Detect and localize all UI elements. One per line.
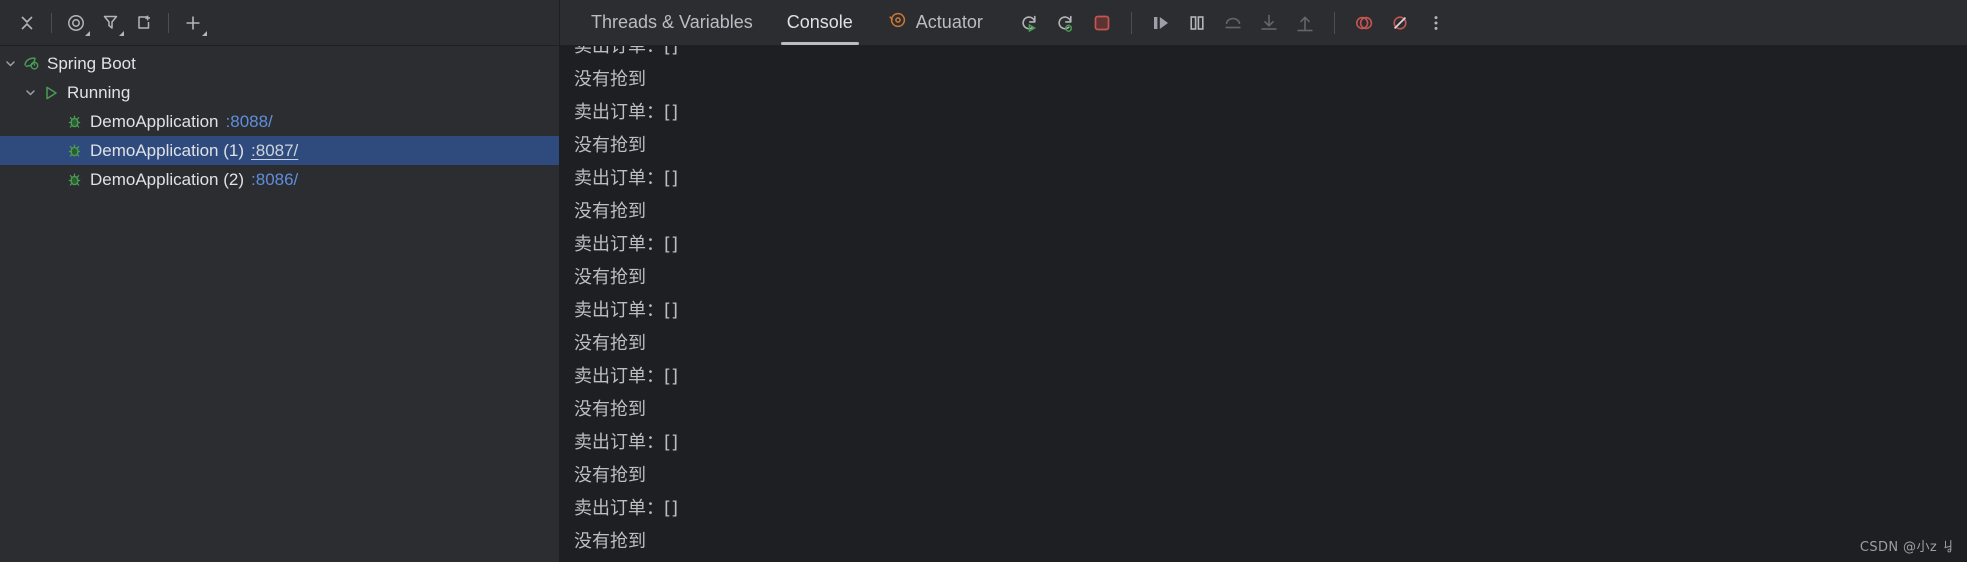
tab-label: Actuator xyxy=(915,12,983,32)
step-into-icon[interactable] xyxy=(1253,7,1285,39)
console-lines: 卖出订单：[] 没有抢到 卖出订单：[] 没有抢到 卖出订单：[] 没有抢到 卖出订单：[]… xyxy=(574,45,1967,558)
view-breakpoints-icon[interactable] xyxy=(1348,7,1380,39)
tree-item-port-link[interactable]: :8087/ xyxy=(251,141,298,161)
tab-actuator[interactable]: Actuator xyxy=(870,0,1000,45)
more-options-icon[interactable] xyxy=(1420,7,1452,39)
console-line: 没有抢到 xyxy=(574,531,646,552)
actuator-icon xyxy=(887,10,907,35)
run-triangle-icon xyxy=(39,84,63,102)
toolbar-divider-2 xyxy=(168,12,169,33)
tree-item-demoapplication[interactable]: DemoApplication :8088/ xyxy=(0,107,559,136)
services-tree: Spring Boot Running DemoApplication:808… xyxy=(0,45,560,562)
tree-item-label: Spring Boot xyxy=(47,53,136,73)
tree-item-label: DemoApplication (1) xyxy=(90,140,245,160)
tree-item-spring-boot[interactable]: Spring Boot xyxy=(0,49,559,78)
body-row: Spring Boot Running DemoApplication:808… xyxy=(0,45,1967,562)
filter-icon[interactable] xyxy=(93,6,127,40)
debug-bug-icon xyxy=(62,112,86,131)
tree-item-demoapplication-2[interactable]: DemoApplication (2) :8086/ xyxy=(0,165,559,194)
mute-breakpoints-icon[interactable] xyxy=(1384,7,1416,39)
toolbar-divider-3 xyxy=(1130,11,1132,34)
pause-program-icon[interactable] xyxy=(1181,7,1213,39)
console-line: 卖出订单：[] xyxy=(574,45,679,57)
watermark: CSDN @小z ㆢ xyxy=(1859,540,1955,555)
chevron-down-icon xyxy=(85,30,90,36)
console-line: 没有抢到 xyxy=(574,267,646,288)
console-line: 卖出订单：[] xyxy=(574,168,679,189)
debug-tool-window: Threads & Variables Console Actuator Spr… xyxy=(0,0,1967,562)
chevron-down-icon[interactable] xyxy=(2,58,19,69)
tree-item-port-link[interactable]: :8088/ xyxy=(226,112,273,132)
console-line: 卖出订单：[] xyxy=(574,234,679,255)
add-to-watches-icon[interactable] xyxy=(127,6,161,40)
rerun-icon[interactable] xyxy=(1014,7,1046,39)
console-line: 卖出订单：[] xyxy=(574,432,679,453)
toolbar-divider-4 xyxy=(1333,11,1335,34)
chevron-down-icon xyxy=(119,30,124,36)
add-icon[interactable] xyxy=(176,6,210,40)
tree-item-running[interactable]: Running xyxy=(0,78,559,107)
resume-program-icon[interactable] xyxy=(1145,7,1177,39)
tab-label: Threads & Variables xyxy=(591,12,753,32)
console-line: 卖出订单：[] xyxy=(574,498,679,519)
tree-item-label: DemoApplication xyxy=(90,111,219,131)
debug-bug-icon xyxy=(62,170,86,189)
tree-item-port-link[interactable]: :8086/ xyxy=(251,170,298,190)
rerun-debug-icon[interactable] xyxy=(1050,7,1082,39)
console-toolbar: Threads & Variables Console Actuator xyxy=(560,0,1967,45)
tab-threads-variables[interactable]: Threads & Variables xyxy=(574,0,770,45)
toolbar-row: Threads & Variables Console Actuator xyxy=(0,0,1967,45)
console-line: 卖出订单：[] xyxy=(574,300,679,321)
console-line: 没有抢到 xyxy=(574,465,646,486)
run-controls xyxy=(1014,7,1452,39)
spring-boot-leaf-icon xyxy=(19,54,43,73)
close-icon[interactable] xyxy=(10,6,44,40)
chevron-down-icon xyxy=(202,30,207,36)
tree-item-demoapplication-1[interactable]: DemoApplication (1) :8087/ xyxy=(0,136,559,165)
tree-item-label: Running xyxy=(67,82,131,102)
console-line: 没有抢到 xyxy=(574,201,646,222)
tree-item-label: DemoApplication (2) xyxy=(90,169,245,189)
stop-icon[interactable] xyxy=(1086,7,1118,39)
debug-bug-icon xyxy=(62,141,86,160)
console-line: 卖出订单：[] xyxy=(574,102,679,123)
step-out-icon[interactable] xyxy=(1289,7,1321,39)
console-line: 卖出订单：[] xyxy=(574,366,679,387)
console-line: 没有抢到 xyxy=(574,69,646,90)
chevron-down-icon[interactable] xyxy=(22,87,39,98)
toolbar-divider-1 xyxy=(51,12,52,33)
console-line: 没有抢到 xyxy=(574,399,646,420)
console-output[interactable]: 卖出订单：[] 没有抢到 卖出订单：[] 没有抢到 卖出订单：[] 没有抢到 卖出订单：[]… xyxy=(560,45,1967,562)
tab-console[interactable]: Console xyxy=(770,0,870,45)
console-line: 没有抢到 xyxy=(574,135,646,156)
tab-label: Console xyxy=(786,12,853,32)
step-over-icon[interactable] xyxy=(1217,7,1249,39)
console-line: 没有抢到 xyxy=(574,333,646,354)
watches-icon[interactable] xyxy=(59,6,93,40)
debugger-toolbar xyxy=(0,0,560,45)
